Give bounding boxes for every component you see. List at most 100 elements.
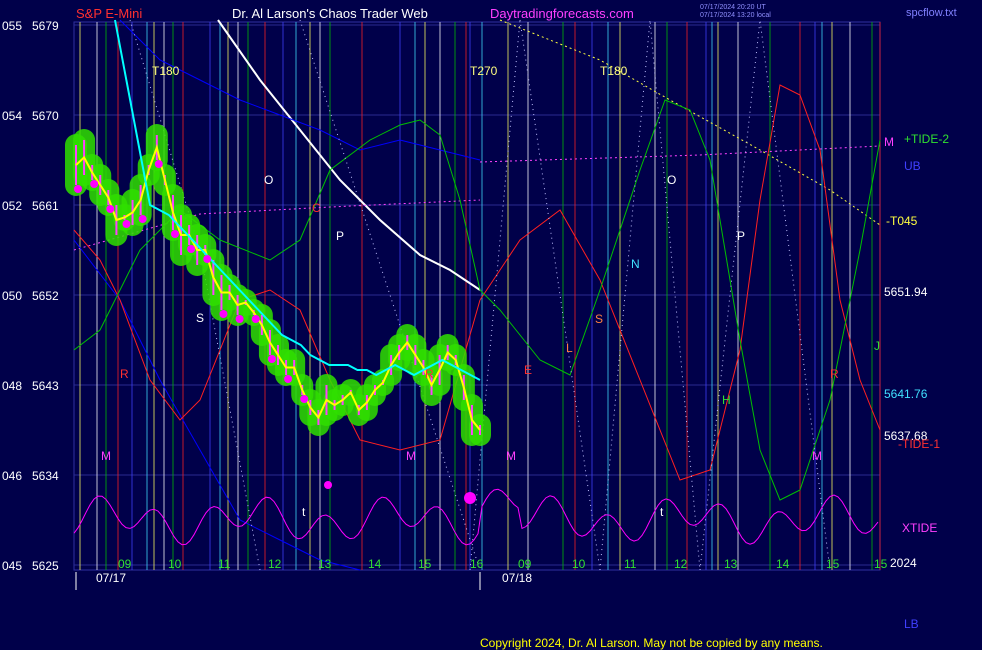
date-label-2: 07/18	[502, 571, 532, 585]
x-hour-label: 13	[724, 557, 738, 571]
t045-label: -T045	[886, 214, 918, 228]
price-dot	[122, 220, 131, 228]
x-hour-label: 15	[874, 557, 888, 571]
y-tick-price: 5679	[32, 19, 59, 33]
site-link[interactable]: Daytradingforecasts.com	[490, 6, 634, 21]
x-hour-label: 11	[624, 557, 637, 571]
xtide-label: XTIDE	[902, 521, 937, 535]
y-tick-code: 054	[2, 109, 22, 123]
marker-label: J	[874, 339, 880, 353]
x-hour-label: 16	[470, 557, 484, 571]
x-hour-label: 10	[572, 557, 586, 571]
marker-label: M	[406, 449, 416, 463]
tide2-label: +TIDE-2	[904, 132, 949, 146]
price-dot	[300, 395, 309, 403]
chart-grid	[73, 21, 881, 590]
marker-label: R	[120, 367, 129, 381]
t045-line	[499, 19, 881, 226]
marker-label: T180	[152, 64, 180, 78]
marker-label: C	[312, 201, 321, 215]
y-tick-code: 048	[2, 379, 22, 393]
price-dot	[219, 310, 228, 318]
x-hour-label: 15	[418, 557, 432, 571]
price-bands	[65, 124, 491, 446]
marker-label: S	[196, 311, 204, 325]
time-markers	[79, 22, 881, 570]
chart-labels: 055 5679 054 5670 052 5661 050 5652 048 5643 046 56…	[2, 19, 888, 573]
price-dot	[90, 180, 99, 188]
marker-label: O	[264, 173, 273, 187]
xtide-line	[73, 488, 879, 546]
red-line-2	[479, 84, 881, 481]
marker-label: T180	[600, 64, 628, 78]
y-tick-price: 5643	[32, 379, 59, 393]
ub-line-2	[479, 145, 881, 163]
price-dot	[284, 375, 293, 383]
y-tick-code: 050	[2, 289, 22, 303]
y-tick-code: 046	[2, 469, 22, 483]
price-dot	[154, 160, 163, 168]
x-hour-label: 13	[318, 557, 332, 571]
title-label: Dr. Al Larson's Chaos Trader Web	[232, 6, 428, 21]
price-dot	[464, 492, 476, 504]
plot-frame	[73, 21, 881, 571]
marker-label: M	[506, 449, 516, 463]
y-tick-price: 5634	[32, 469, 59, 483]
price-dot	[203, 255, 212, 263]
y-tick-code: 052	[2, 199, 22, 213]
y-tick-price: 5670	[32, 109, 59, 123]
year-label: 2024	[890, 556, 917, 570]
price-dot	[187, 245, 196, 253]
y-tick-price: 5625	[32, 559, 59, 573]
price2-label: 5641.76	[884, 387, 928, 401]
x-hour-label: 12	[268, 557, 282, 571]
y-tick-price: 5661	[32, 199, 59, 213]
marker-label: O	[667, 173, 676, 187]
y-tick-price: 5652	[32, 289, 59, 303]
price-dot	[138, 215, 147, 223]
tide1-label: -TIDE-1	[898, 437, 940, 451]
utc-stamp: 07/17/2024 20:20 UT	[700, 4, 766, 11]
marker-label: L	[566, 341, 573, 355]
ub-label: UB	[904, 159, 921, 173]
marker-label: R	[830, 367, 839, 381]
y-tick-code: 055	[2, 19, 22, 33]
instrument-label: S&P E-Mini	[76, 6, 142, 21]
marker-label: R	[425, 367, 434, 381]
x-hour-label: 14	[776, 557, 790, 571]
marker-label: N	[631, 257, 640, 271]
marker-label: M	[812, 449, 822, 463]
x-hour-label: 09	[118, 557, 132, 571]
marker-label: M	[101, 449, 111, 463]
marker-label: P	[737, 229, 745, 243]
marker-label: t	[660, 505, 664, 519]
marker-label: P	[336, 229, 344, 243]
marker-label: S	[595, 312, 603, 326]
local-stamp: 07/17/2024 13:20 local	[700, 12, 771, 19]
x-hour-label: 14	[368, 557, 382, 571]
price-dot	[324, 481, 332, 489]
marker-label: t	[302, 505, 306, 519]
price-dot	[170, 230, 179, 238]
price1-label: 5651.94	[884, 285, 928, 299]
y-tick-code: 045	[2, 559, 22, 573]
marker-label: E	[524, 363, 532, 377]
price-dot	[74, 185, 82, 193]
price-dot	[251, 315, 260, 323]
lb-label: LB	[904, 617, 919, 631]
copyright: Copyright 2024, Dr. Al Larson. May not b…	[480, 636, 823, 650]
blue-line-1	[119, 19, 481, 161]
price-dot	[106, 205, 115, 213]
x-hour-label: 11	[218, 557, 231, 571]
x-hour-label: 10	[168, 557, 182, 571]
chaos-trader-chart: 055 5679 054 5670 052 5661 050 5652 048 5643 046 56…	[2, 4, 957, 650]
marker-label: T270	[470, 64, 498, 78]
x-hour-label: 15	[826, 557, 840, 571]
file-label: spcflow.txt	[906, 7, 957, 19]
price-dot	[267, 355, 276, 363]
x-hour-label: 12	[674, 557, 688, 571]
marker-label: H	[722, 393, 731, 407]
date-label-1: 07/17	[96, 571, 126, 585]
x-hour-label: 09	[518, 557, 532, 571]
white-line	[217, 19, 481, 291]
